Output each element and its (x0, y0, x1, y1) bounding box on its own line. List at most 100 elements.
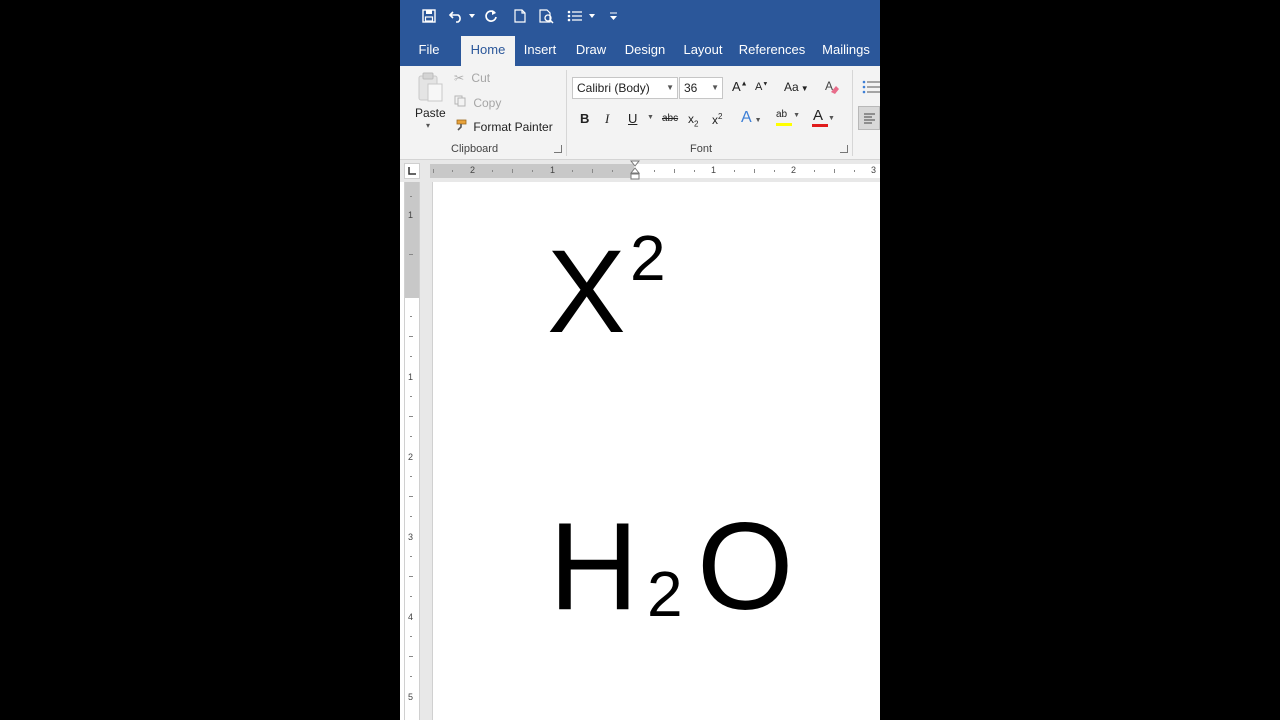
redo-icon[interactable] (482, 6, 500, 26)
ruler-tick (410, 436, 412, 437)
font-group-label: Font (690, 143, 713, 155)
ruler-number: 1 (711, 165, 717, 175)
underline-button[interactable]: U (628, 111, 637, 126)
new-document-icon[interactable] (512, 6, 528, 26)
bullets-dropdown-icon[interactable] (588, 6, 596, 26)
chevron-down-icon: ▼ (666, 83, 674, 92)
copy-icon (454, 95, 466, 110)
subscript-example-o[interactable]: O (697, 500, 793, 634)
group-separator (852, 70, 853, 156)
font-color-button[interactable]: A ▼ (812, 107, 835, 127)
clear-formatting-button[interactable]: A (824, 78, 840, 99)
ruler-tick (433, 169, 434, 173)
shrink-font-button[interactable]: A▼ (755, 81, 768, 93)
ruler-tick (410, 556, 412, 557)
tab-selector-icon[interactable] (404, 163, 420, 179)
horizontal-ruler[interactable]: 2 1 1 2 3 (430, 160, 880, 180)
vertical-ruler[interactable]: 1 1 2 3 4 5 (404, 182, 420, 720)
ruler-number: 3 (871, 165, 877, 175)
ruler-tick (410, 516, 412, 517)
undo-icon[interactable] (446, 6, 466, 26)
horizontal-ruler-area: 2 1 1 2 3 (400, 160, 880, 182)
highlight-button[interactable]: ab ▼ (776, 109, 800, 126)
clipboard-launcher-icon[interactable] (554, 145, 562, 153)
ruler-tick (409, 416, 413, 417)
tab-insert[interactable]: Insert (520, 36, 560, 66)
ruler-tick (409, 336, 413, 337)
subscript-button[interactable]: x2 (688, 112, 698, 128)
superscript-button[interactable]: x2 (712, 112, 722, 127)
paste-button[interactable]: Paste (415, 106, 446, 120)
ruler-tick (492, 170, 493, 172)
font-name-value: Calibri (Body) (577, 81, 650, 95)
eraser-icon: A (825, 79, 839, 94)
ruler-number: 2 (470, 165, 476, 175)
text-effects-icon: A (741, 109, 752, 126)
grow-font-button[interactable]: A▲ (732, 79, 748, 94)
ruler-tick (512, 169, 513, 173)
tab-mailings[interactable]: Mailings (818, 36, 874, 66)
bullets-list-button[interactable] (862, 80, 880, 97)
strikethrough-button[interactable]: abc (662, 113, 678, 124)
ruler-tick (452, 170, 453, 172)
clipboard-group-label: Clipboard (451, 143, 499, 155)
subscript-example-h[interactable]: H (549, 500, 639, 634)
font-launcher-icon[interactable] (840, 145, 848, 153)
align-left-button[interactable] (858, 106, 880, 130)
print-preview-icon[interactable] (538, 6, 556, 26)
ruler-number: 2 (408, 452, 414, 462)
ruler-tick (612, 170, 613, 172)
font-color-icon: A (813, 107, 824, 124)
clipboard-icon[interactable] (414, 70, 448, 104)
ruler-tick (814, 170, 815, 172)
change-case-button[interactable]: Aa ▼ (784, 80, 809, 94)
format-painter-label: Format Painter (473, 120, 553, 134)
customize-icon[interactable] (608, 6, 618, 26)
tab-home[interactable]: Home (461, 36, 515, 66)
cut-button[interactable]: ✂ Cut (454, 71, 490, 85)
ruler-tick (409, 254, 413, 255)
ribbon-tabs: File Home Insert Draw Design Layout Refe… (400, 32, 880, 66)
ruler-number: 2 (791, 165, 797, 175)
italic-button[interactable]: I (605, 111, 609, 127)
save-icon[interactable] (420, 6, 438, 26)
document-page[interactable]: X 2 H 2 O (432, 182, 880, 720)
tab-design[interactable]: Design (622, 36, 668, 66)
quick-access-toolbar (400, 0, 880, 32)
copy-button[interactable]: Copy (454, 95, 501, 110)
ruler-tick (409, 576, 413, 577)
tab-draw[interactable]: Draw (572, 36, 610, 66)
ruler-tick (754, 169, 755, 173)
paintbrush-icon (454, 119, 468, 134)
paste-dropdown-icon[interactable]: ▾ (426, 121, 430, 130)
ruler-tick (409, 656, 413, 657)
ruler-tick (410, 196, 412, 197)
superscript-text: 2 (630, 222, 666, 294)
font-size-combobox[interactable]: 36 ▼ (679, 77, 723, 99)
undo-dropdown-icon[interactable] (468, 6, 476, 26)
superscript-example[interactable]: X (547, 228, 626, 356)
font-name-combobox[interactable]: Calibri (Body) ▼ (572, 77, 678, 99)
ruler-number: 4 (408, 612, 414, 622)
ruler-tick (694, 170, 695, 172)
ruler-tick (410, 396, 412, 397)
change-case-icon: Aa (784, 80, 799, 94)
tab-file[interactable]: File (412, 36, 446, 66)
bullets-icon (862, 80, 880, 94)
cut-label: Cut (471, 71, 491, 85)
format-painter-button[interactable]: Format Painter (454, 119, 553, 134)
underline-dropdown-icon[interactable]: ▼ (647, 114, 654, 121)
subscript-sub: 2 (694, 119, 699, 129)
ruler-tick (734, 170, 735, 172)
tab-layout[interactable]: Layout (680, 36, 726, 66)
ruler-number: 5 (408, 692, 414, 702)
ribbon-home: Paste ▾ ✂ Cut Copy Format Painter Clipbo… (400, 66, 880, 160)
copy-label: Copy (473, 96, 502, 110)
ruler-tick (410, 636, 412, 637)
ruler-number: 1 (408, 372, 414, 382)
bold-button[interactable]: B (580, 111, 589, 126)
text-effects-button[interactable]: A ▼ (741, 109, 762, 127)
bullets-icon[interactable] (566, 6, 584, 26)
ruler-number: 3 (408, 532, 414, 542)
tab-references[interactable]: References (738, 36, 806, 66)
